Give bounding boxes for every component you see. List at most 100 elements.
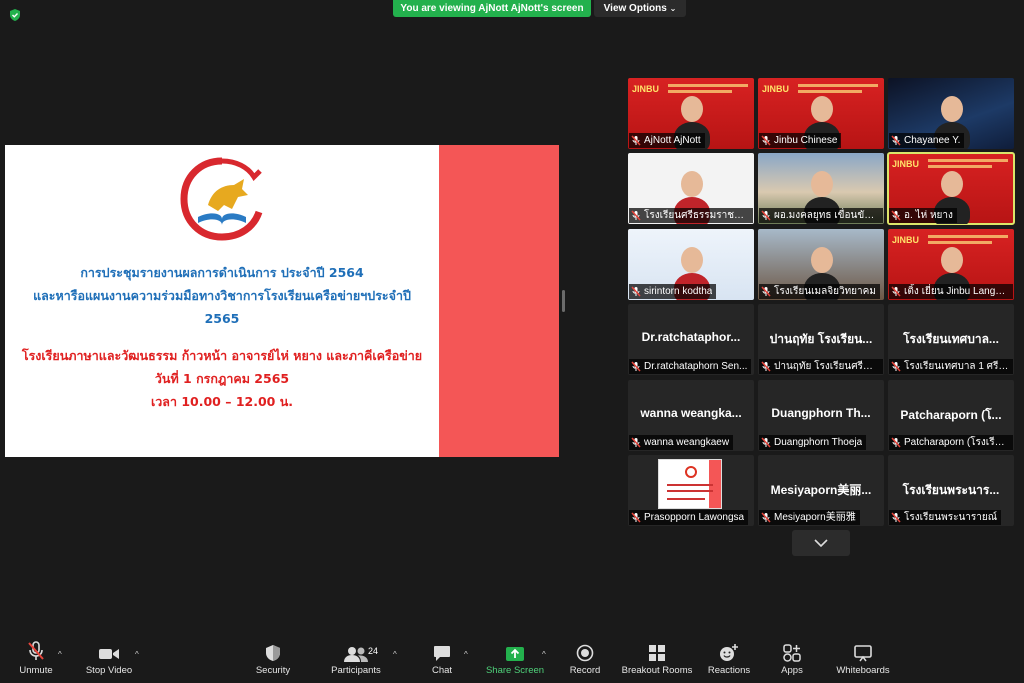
microphone-muted-icon (891, 361, 901, 372)
virtual-background-banner: JINBU (892, 159, 920, 169)
record-label: Record (569, 665, 601, 676)
participant-name-text: โรงเรียนพระนารายณ์ (904, 512, 998, 523)
microphone-muted-icon (631, 437, 641, 448)
participant-name-display: Mesiyaporn美丽... (770, 483, 872, 497)
participant-face (811, 171, 833, 197)
participant-name-display: wanna weangka... (640, 406, 742, 420)
view-options-label: View Options (603, 3, 667, 14)
stop-video-button[interactable]: Stop Video (82, 638, 136, 683)
participant-tile[interactable]: wanna weangka... wanna weangkaew (628, 380, 754, 451)
slide-time-line: เวลา 10.00 – 12.00 น. (151, 394, 293, 409)
participant-face (681, 171, 703, 197)
participant-face (681, 96, 703, 122)
microphone-muted-icon (891, 135, 901, 146)
participant-name-text: Duangphorn Thoeja (774, 437, 863, 448)
whiteboards-button[interactable]: Whiteboards (830, 638, 896, 683)
chat-bubble-icon (434, 646, 450, 661)
participant-name-text: ปานฤทัย โรงเรียนศรีธรรม... (774, 361, 879, 372)
apps-icon (783, 644, 801, 662)
split-resize-handle[interactable] (562, 290, 565, 312)
participant-name-text: AjNott AjNott (644, 135, 701, 146)
meeting-toolbar: Unmute ^ Stop Video ^ Security Participa… (0, 638, 1024, 683)
participant-name-label: โรงเรียนพระนารายณ์ (889, 510, 1002, 525)
chat-button[interactable]: Chat (426, 638, 458, 683)
participant-name-text: โรงเรียนเทศบาล 1 ศรีเกิด (904, 361, 1009, 372)
participant-name-text: ผอ.มงคลยุทธ เขื่อนขันธ์ (... (774, 210, 879, 221)
microphone-muted-icon (891, 512, 901, 523)
virtual-background-banner: JINBU (632, 84, 660, 94)
participant-name-label: Mesiyaporn美丽雅 (759, 510, 860, 525)
breakout-rooms-label: Breakout Rooms (621, 665, 693, 676)
microphone-muted-icon (891, 286, 901, 297)
smiley-plus-icon (720, 644, 738, 661)
share-options-caret[interactable]: ^ (542, 650, 546, 659)
encryption-shield-icon[interactable] (8, 8, 22, 22)
share-screen-label: Share Screen (485, 665, 545, 676)
participant-tile[interactable]: Duangphorn Th... Duangphorn Thoeja (758, 380, 884, 451)
participant-name-label: เติ้ง เยี่ยน Jinbu Language (889, 284, 1013, 299)
video-options-caret[interactable]: ^ (135, 650, 139, 659)
view-options-button[interactable]: View Options ⌄ (594, 0, 686, 17)
participant-tile[interactable]: ผอ.มงคลยุทธ เขื่อนขันธ์ (... (758, 153, 884, 224)
chevron-down-icon: ⌄ (669, 4, 677, 13)
participant-tile[interactable]: โรงเรียนพระนาร... โรงเรียนพระนารายณ์ (888, 455, 1014, 526)
share-screen-icon (506, 647, 524, 661)
participant-name-label: ปานฤทัย โรงเรียนศรีธรรม... (759, 359, 883, 374)
banner-decoration (928, 165, 992, 168)
participant-name-label: Dr.ratchataphorn Sen... (629, 359, 752, 374)
audio-options-caret[interactable]: ^ (58, 650, 62, 659)
participant-tile[interactable]: โรงเรียนเมลจิยวิทยาคม (758, 229, 884, 300)
security-button[interactable]: Security (252, 638, 294, 683)
participant-name-label: โรงเรียนเทศบาล 1 ศรีเกิด (889, 359, 1013, 374)
participant-tile[interactable]: JINBU อ. ไห่ หยาง (887, 152, 1015, 225)
participant-tile[interactable]: JINBU AjNott AjNott (628, 78, 754, 149)
participant-tile[interactable]: sirintorn kodtha (628, 229, 754, 300)
participant-tile[interactable]: โรงเรียนเทศบาล... โรงเรียนเทศบาล 1 ศรีเกิ… (888, 304, 1014, 375)
participant-name-label: wanna weangkaew (629, 435, 734, 450)
participant-tile[interactable]: Prasopporn Lawongsa (628, 455, 754, 526)
chevron-down-icon (814, 539, 828, 547)
slide-title-line-1: การประชุมรายงานผลการดำเนินการ ประจำปี 25… (80, 265, 364, 280)
participant-tile[interactable]: Patcharaporn (โ... Patcharaporn (โรงเรียน… (888, 380, 1014, 451)
participant-tile[interactable]: Dr.ratchataphor... Dr.ratchataphorn Sen..… (628, 304, 754, 375)
unmute-button[interactable]: Unmute (12, 638, 60, 683)
microphone-muted-icon (761, 361, 771, 372)
participants-count: 24 (368, 646, 379, 656)
participant-name-display: โรงเรียนพระนาร... (902, 483, 1000, 497)
chat-options-caret[interactable]: ^ (464, 650, 468, 659)
apps-label: Apps (781, 665, 803, 676)
participant-tile[interactable]: Chayanee Y. (888, 78, 1014, 149)
participant-name-label: Patcharaporn (โรงเรียน... (889, 435, 1013, 450)
participant-name-label: sirintorn kodtha (629, 284, 717, 299)
participant-tile[interactable]: โรงเรียนศรีธรรมราชศึกษา (628, 153, 754, 224)
whiteboards-label: Whiteboards (836, 665, 890, 676)
share-screen-button[interactable]: Share Screen (486, 638, 544, 683)
microphone-muted-icon (631, 361, 641, 372)
participants-button[interactable]: Participants (328, 638, 384, 683)
participant-name-label: อ. ไห่ หยาง (889, 208, 957, 223)
reactions-button[interactable]: Reactions (706, 638, 752, 683)
participant-tile[interactable]: Mesiyaporn美丽... Mesiyaporn美丽雅 (758, 455, 884, 526)
participant-name-text: Dr.ratchataphorn Sen... (644, 361, 748, 372)
participant-tile[interactable]: JINBU Jinbu Chinese (758, 78, 884, 149)
breakout-rooms-button[interactable]: Breakout Rooms (620, 638, 694, 683)
security-label: Security (255, 665, 291, 676)
record-button[interactable]: Record (566, 638, 604, 683)
participant-name-label: โรงเรียนเมลจิยวิทยาคม (759, 284, 880, 299)
participant-name-text: โรงเรียนเมลจิยวิทยาคม (774, 286, 876, 297)
slide-date-line: วันที่ 1 กรกฎาคม 2565 (154, 371, 290, 386)
participant-tile[interactable]: ปานฤทัย โรงเรียน... ปานฤทัย โรงเรียนศรีธร… (758, 304, 884, 375)
participant-name-text: Jinbu Chinese (774, 135, 838, 146)
apps-button[interactable]: Apps (776, 638, 808, 683)
participant-name-text: Prasopporn Lawongsa (644, 512, 745, 523)
gallery-next-page-button[interactable] (792, 530, 850, 556)
banner-decoration (928, 235, 1008, 238)
microphone-muted-icon (28, 641, 44, 660)
virtual-background-banner: JINBU (892, 235, 920, 245)
school-logo-icon (180, 157, 263, 241)
participant-name-label: Chayanee Y. (889, 133, 965, 148)
participant-tile[interactable]: JINBU เติ้ง เยี่ยน Jinbu Language (888, 229, 1014, 300)
participants-options-caret[interactable]: ^ (393, 650, 397, 659)
microphone-muted-icon (631, 210, 641, 221)
slide-host-line: โรงเรียนภาษาและวัฒนธรรม ก้าวหน้า อาจารย์… (21, 348, 423, 363)
